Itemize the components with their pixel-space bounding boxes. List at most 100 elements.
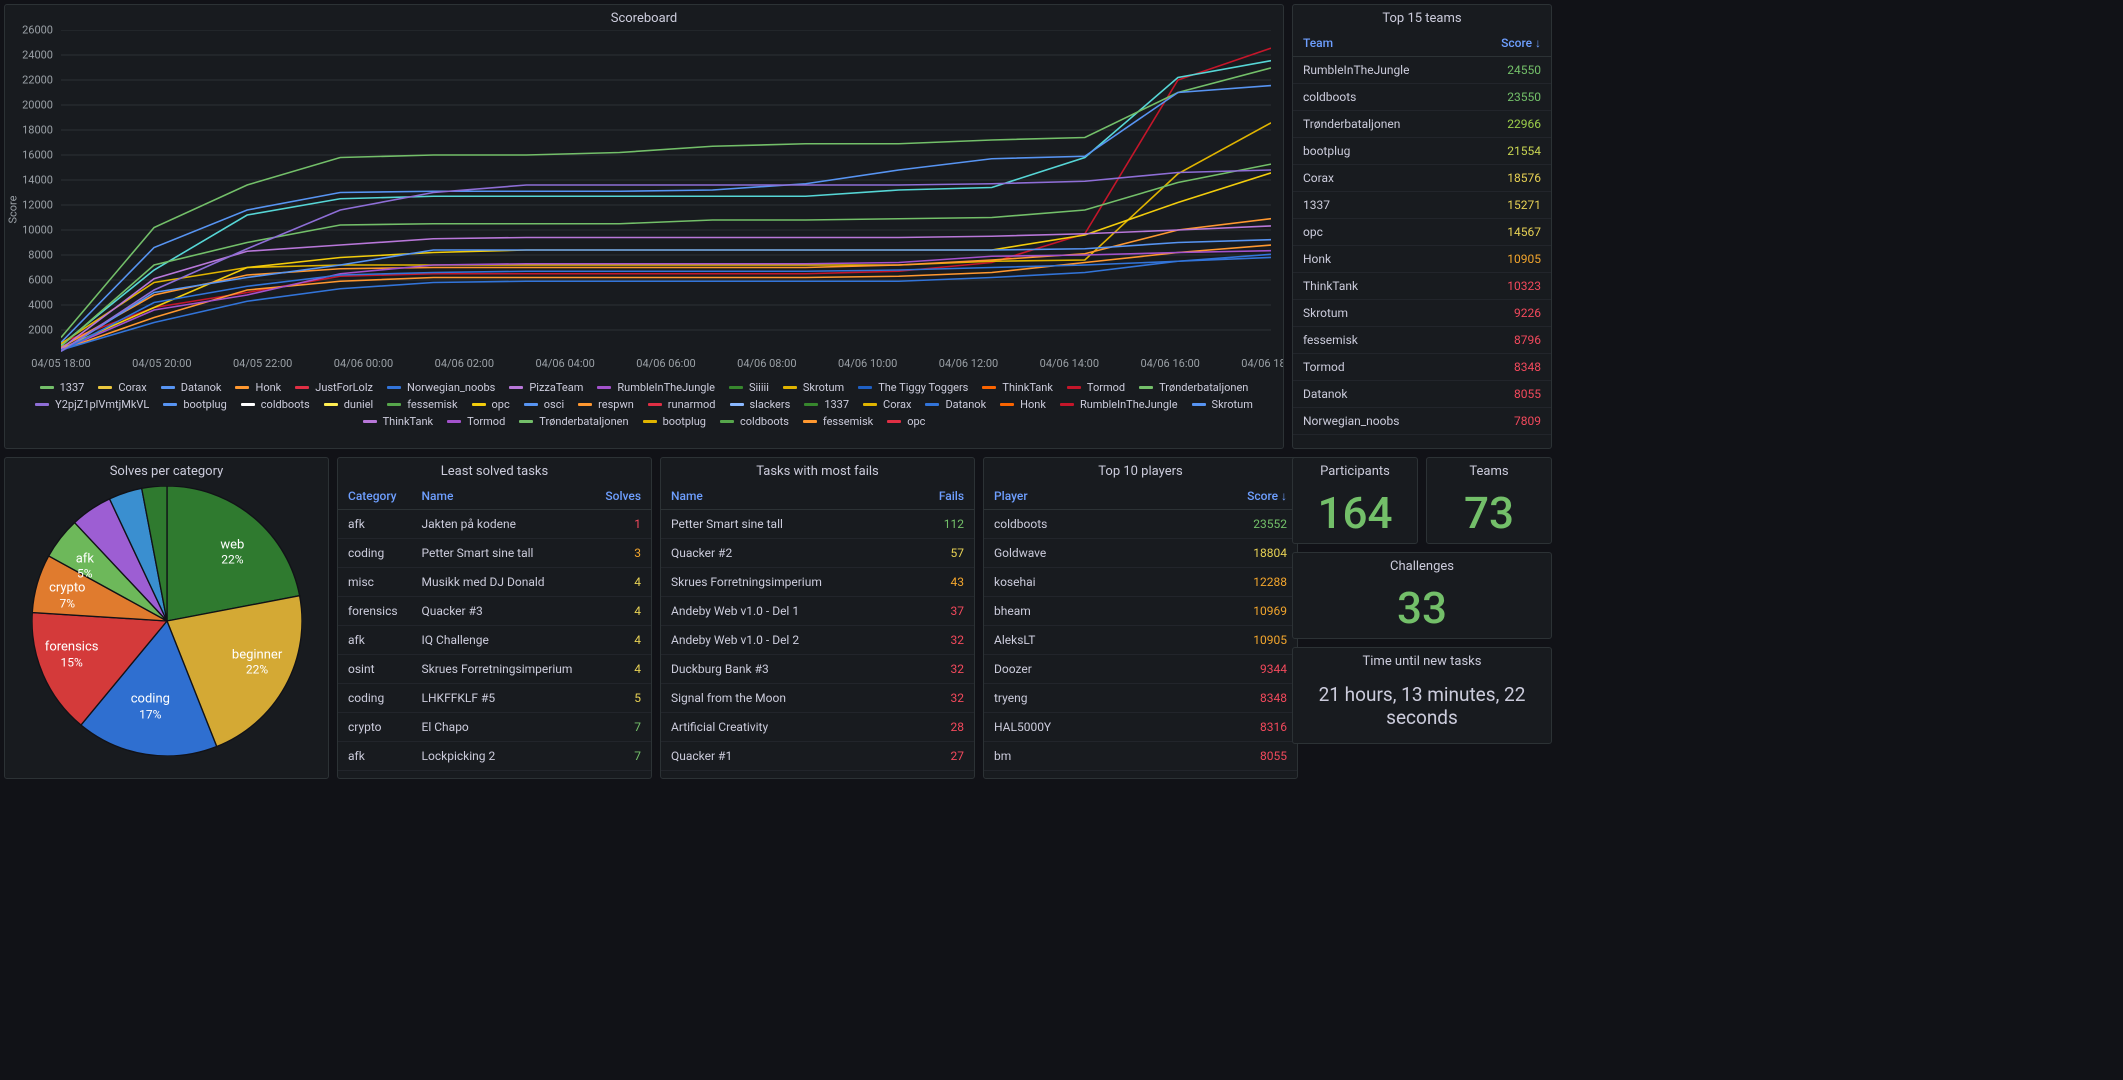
legend-item[interactable]: bootplug: [163, 398, 226, 411]
table-row[interactable]: bm 8055: [984, 742, 1297, 771]
legend-item[interactable]: ThinkTank: [363, 415, 434, 428]
table-row[interactable]: afk IQ Challenge 4: [338, 626, 651, 655]
table-row[interactable]: 1337 15271: [1293, 192, 1551, 219]
table-row[interactable]: Skrues Forretningsimperium 43: [661, 568, 974, 597]
legend-item[interactable]: Skrotum: [1192, 398, 1253, 411]
table-row[interactable]: Duckburg Bank #3 32: [661, 655, 974, 684]
legend-item[interactable]: The Tiggy Toggers: [858, 381, 968, 394]
table-row[interactable]: bootplug 21554: [1293, 138, 1551, 165]
col-score[interactable]: Score ↓: [1176, 483, 1297, 510]
table-row[interactable]: Corax 18576: [1293, 165, 1551, 192]
table-row[interactable]: tryeng 8348: [984, 684, 1297, 713]
legend-item[interactable]: Honk: [235, 381, 281, 394]
table-row[interactable]: Noidremained 7809: [984, 771, 1297, 780]
col-team[interactable]: Team: [1293, 30, 1468, 57]
legend-item[interactable]: JustForLolz: [295, 381, 373, 394]
legend-item[interactable]: ThinkTank: [982, 381, 1053, 394]
table-row[interactable]: Norwegian_noobs 7809: [1293, 408, 1551, 435]
table-row[interactable]: afk Lockpicking 2 7: [338, 742, 651, 771]
col-score[interactable]: Score ↓: [1468, 30, 1551, 57]
table-row[interactable]: Artificial Creativity 28: [661, 713, 974, 742]
table-row[interactable]: Andeby Web v1.0 - Del 1 37: [661, 597, 974, 626]
table-row[interactable]: fessemisk 8796: [1293, 327, 1551, 354]
table-row[interactable]: kosehai 12288: [984, 568, 1297, 597]
legend-item[interactable]: 1337: [40, 381, 85, 394]
col-player[interactable]: Player: [984, 483, 1176, 510]
table-row[interactable]: coldboots 23552: [984, 510, 1297, 539]
table-row[interactable]: Andeby Web v1.0 - Del 2 32: [661, 626, 974, 655]
table-row[interactable]: crypto El Chapo 7: [338, 713, 651, 742]
legend-item[interactable]: duniel: [324, 398, 374, 411]
legend-item[interactable]: runarmod: [648, 398, 716, 411]
legend-item[interactable]: slackers: [730, 398, 791, 411]
legend-swatch-icon: [472, 403, 486, 406]
legend-item[interactable]: 1337: [804, 398, 849, 411]
legend-item[interactable]: Corax: [98, 381, 146, 394]
table-row[interactable]: misc Musikk med DJ Donald 4: [338, 568, 651, 597]
legend-item[interactable]: opc: [887, 415, 925, 428]
table-row[interactable]: Signal from the Moon 32: [661, 684, 974, 713]
legend-item[interactable]: Honk: [1000, 398, 1046, 411]
table-row[interactable]: Petter Smart sine tall 112: [661, 510, 974, 539]
legend-item[interactable]: Datanok: [925, 398, 986, 411]
table-row[interactable]: to_skruer_løs 27: [661, 771, 974, 780]
table-row[interactable]: coding Petter Smart sine tall 3: [338, 539, 651, 568]
table-row[interactable]: ThinkTank 10323: [1293, 273, 1551, 300]
col-fails[interactable]: Fails: [909, 483, 974, 510]
legend-item[interactable]: Datanok: [161, 381, 222, 394]
table-row[interactable]: Goldwave 18804: [984, 539, 1297, 568]
table-row[interactable]: Quacker #2 57: [661, 539, 974, 568]
table-row[interactable]: RumbleInTheJungle 24550: [1293, 57, 1551, 84]
table-row[interactable]: Tormod 8348: [1293, 354, 1551, 381]
col-solves[interactable]: Solves: [592, 483, 651, 510]
name-cell: Andeby Web v1.0 - Del 2: [661, 626, 909, 655]
table-row[interactable]: forensics Quacker #3 4: [338, 597, 651, 626]
table-row[interactable]: HAL5000Y 8316: [984, 713, 1297, 742]
table-row[interactable]: Honk 10905: [1293, 246, 1551, 273]
legend-item[interactable]: Trønderbataljonen: [1139, 381, 1248, 394]
table-row[interactable]: Doozer 9344: [984, 655, 1297, 684]
col-name[interactable]: Name: [661, 483, 909, 510]
col-name[interactable]: Name: [412, 483, 593, 510]
legend-item[interactable]: respwn: [578, 398, 634, 411]
legend-item[interactable]: Siiiii: [729, 381, 769, 394]
table-row[interactable]: Datanok 8055: [1293, 381, 1551, 408]
legend-swatch-icon: [1192, 403, 1206, 406]
table-row[interactable]: bheam 10969: [984, 597, 1297, 626]
name-cell: Andeby Web v1.0 - Del 1: [661, 597, 909, 626]
legend-item[interactable]: Skrotum: [783, 381, 844, 394]
legend-item[interactable]: Trønderbataljonen: [519, 415, 628, 428]
legend-item[interactable]: fessemisk: [803, 415, 873, 428]
table-row[interactable]: coldboots 23550: [1293, 84, 1551, 111]
legend-item[interactable]: coldboots: [720, 415, 789, 428]
table-row[interactable]: osint Skrues Forretningsimperium 4: [338, 655, 651, 684]
legend-item[interactable]: PizzaTeam: [509, 381, 583, 394]
table-row[interactable]: Skrotum 9226: [1293, 300, 1551, 327]
player-cell: bheam: [984, 597, 1176, 626]
scoreboard-chart[interactable]: Score 2000400060008000100001200014000160…: [17, 30, 1271, 375]
legend-swatch-icon: [730, 403, 744, 406]
col-category[interactable]: Category: [338, 483, 412, 510]
legend-item[interactable]: osci: [524, 398, 564, 411]
legend-item[interactable]: Norwegian_noobs: [387, 381, 495, 394]
table-row[interactable]: forensics en_skrue_løs 9: [338, 771, 651, 780]
legend-item[interactable]: RumbleInTheJungle: [597, 381, 715, 394]
table-row[interactable]: opc 14567: [1293, 219, 1551, 246]
score-cell: 9344: [1176, 655, 1297, 684]
legend-item[interactable]: fessemisk: [387, 398, 457, 411]
table-row[interactable]: AleksLT 10905: [984, 626, 1297, 655]
legend-item[interactable]: coldboots: [241, 398, 310, 411]
legend-item[interactable]: RumbleInTheJungle: [1060, 398, 1178, 411]
legend-item[interactable]: bootplug: [643, 415, 706, 428]
legend-item[interactable]: Tormod: [447, 415, 505, 428]
table-row[interactable]: Quacker #1 27: [661, 742, 974, 771]
table-row[interactable]: coding LHKFFKLF #5 5: [338, 684, 651, 713]
legend-item[interactable]: opc: [472, 398, 510, 411]
legend-item[interactable]: Y2pjZ1plVmtjMkVL: [35, 398, 149, 411]
table-row[interactable]: afk Jakten på kodene 1: [338, 510, 651, 539]
legend-item[interactable]: Corax: [863, 398, 911, 411]
legend-label: The Tiggy Toggers: [878, 381, 968, 394]
pie-chart[interactable]: web22%beginner22%coding17%forensics15%cr…: [5, 483, 328, 758]
table-row[interactable]: Trønderbataljonen 22966: [1293, 111, 1551, 138]
legend-item[interactable]: Tormod: [1067, 381, 1125, 394]
